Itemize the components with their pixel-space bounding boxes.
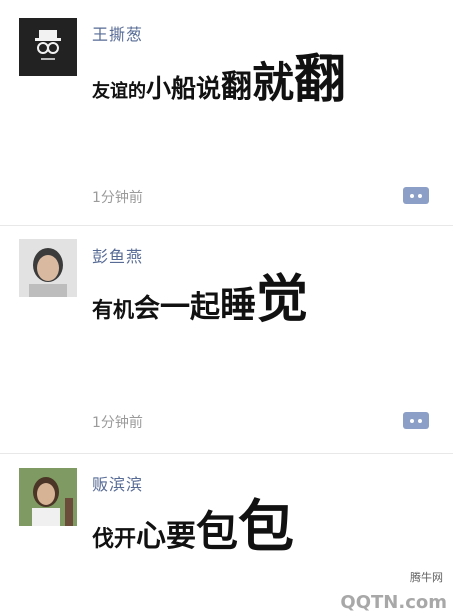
post-time: 1分钟前 <box>92 190 143 206</box>
moments-feed: 王撕葱 友谊的小船说翻就翻 1分钟前 彭鱼燕 有机会一起睡觉 1分钟前 贩滨滨 … <box>0 0 453 615</box>
post-text-segment: 伐开 <box>92 527 137 552</box>
post-text-segment: 睡 <box>220 285 257 326</box>
site-watermark: 腾牛网 QQTN.com <box>297 569 447 613</box>
moment-item: 王撕葱 友谊的小船说翻就翻 1分钟前 <box>0 0 453 226</box>
post-text: 有机会一起睡觉 <box>92 274 308 326</box>
post-text-segment: 翻 <box>221 69 253 105</box>
post-text-segment: 包 <box>238 495 295 560</box>
moment-item: 彭鱼燕 有机会一起睡觉 1分钟前 <box>0 226 453 454</box>
post-text-segment: 有机 <box>92 298 134 322</box>
avatar[interactable] <box>19 468 77 526</box>
post-text-segment: 觉 <box>256 270 309 330</box>
comment-bubble-icon[interactable] <box>403 412 429 429</box>
watermark-en: QQTN.com <box>340 592 447 613</box>
post-text-segment: 翻 <box>294 50 347 110</box>
username[interactable]: 彭鱼燕 <box>92 243 143 267</box>
avatar[interactable] <box>19 18 77 76</box>
post-text-segment: 要 <box>166 519 197 554</box>
post-text-segment: 小船 <box>146 74 197 103</box>
post-text: 友谊的小船说翻就翻 <box>92 54 346 106</box>
comment-bubble-icon[interactable] <box>403 187 429 204</box>
post-time: 1分钟前 <box>92 415 143 431</box>
post-text-segment: 心 <box>136 519 167 554</box>
post-text: 伐开心要包包 <box>92 500 294 556</box>
post-text-segment: 友谊的 <box>92 81 146 102</box>
post-text-segment: 包 <box>196 507 239 556</box>
post-text-segment: 一起 <box>160 290 221 325</box>
user-photo-avatar-icon <box>19 468 77 526</box>
username[interactable]: 王撕葱 <box>92 21 143 45</box>
user-photo-avatar-icon <box>19 239 77 297</box>
username[interactable]: 贩滨滨 <box>92 471 143 495</box>
avatar[interactable] <box>19 239 77 297</box>
post-text-segment: 说 <box>196 74 222 103</box>
post-text-segment: 就 <box>252 58 295 107</box>
post-text-segment: 会 <box>134 294 161 324</box>
watermark-cn: 腾牛网 <box>410 571 443 584</box>
hatted-figure-avatar-icon <box>19 18 77 76</box>
